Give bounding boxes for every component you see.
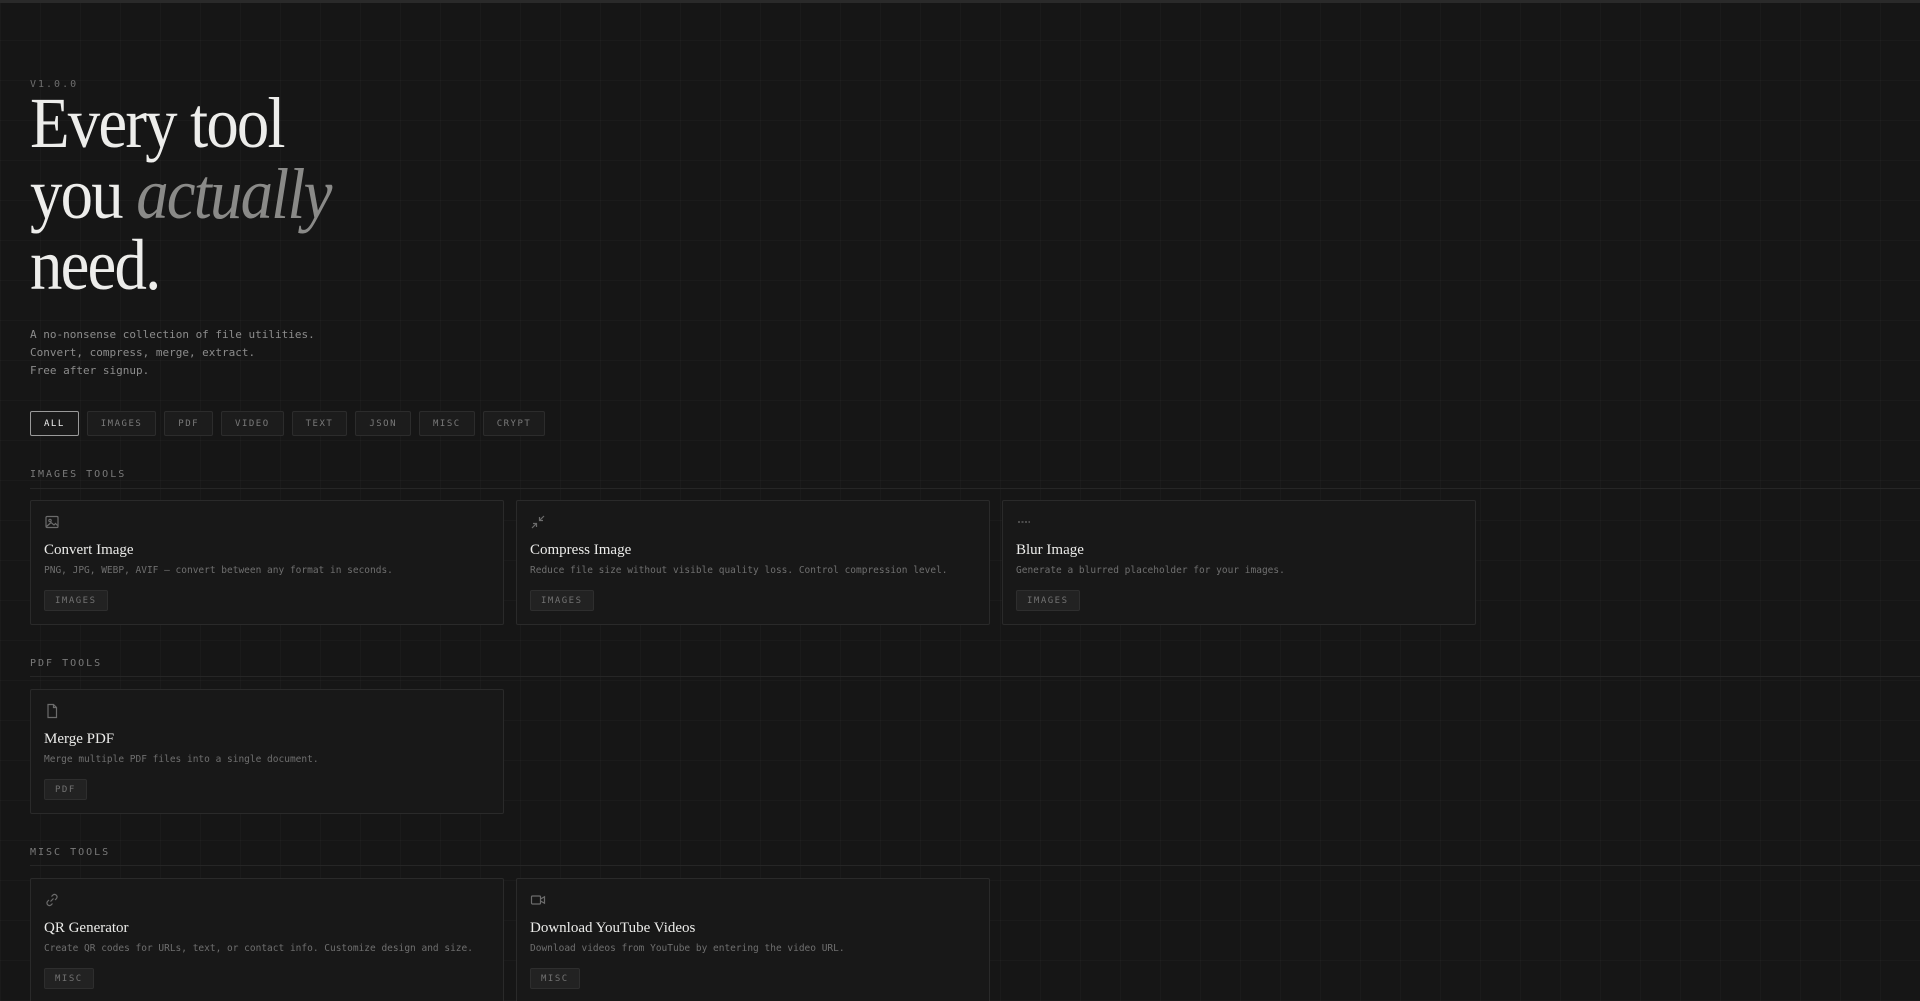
tool-category-tag: MISC xyxy=(44,968,94,989)
headline-line-1: Every tool xyxy=(30,83,286,163)
tool-title: Convert Image xyxy=(44,542,134,558)
tool-category-tag: MISC xyxy=(530,968,580,989)
tool-category-tag: IMAGES xyxy=(44,590,108,611)
tagline-line-2: Convert, compress, merge, extract. xyxy=(30,346,256,359)
tool-category-tag: PDF xyxy=(44,779,87,800)
tool-category-tag: IMAGES xyxy=(1016,590,1080,611)
tool-title: Merge PDF xyxy=(44,731,115,747)
tool-description: Download videos from YouTube by entering… xyxy=(530,943,845,954)
blur-lines-icon xyxy=(1016,514,1032,530)
top-border xyxy=(0,0,1920,3)
headline-line-3: need. xyxy=(30,225,161,305)
tool-category-tag: IMAGES xyxy=(530,590,594,611)
compress-arrows-icon xyxy=(530,514,546,530)
section-divider xyxy=(30,488,1920,489)
hero-tagline: A no-nonsense collection of file utiliti… xyxy=(30,326,315,380)
filter-misc[interactable]: MISC xyxy=(419,411,475,436)
tool-title: QR Generator xyxy=(44,920,129,936)
section-label-images: IMAGES TOOLS xyxy=(30,469,127,480)
tool-title: Download YouTube Videos xyxy=(530,920,696,936)
tool-description: PNG, JPG, WEBP, AVIF — convert between a… xyxy=(44,565,393,576)
tool-card-qr-generator[interactable]: QR Generator Create QR codes for URLs, t… xyxy=(30,878,504,1001)
tool-card-convert-image[interactable]: Convert Image PNG, JPG, WEBP, AVIF — con… xyxy=(30,500,504,625)
filter-images[interactable]: IMAGES xyxy=(86,411,157,436)
headline-line-2-prefix: you xyxy=(30,154,137,234)
section-divider xyxy=(30,676,1920,677)
tool-card-compress-image[interactable]: Compress Image Reduce file size without … xyxy=(516,500,990,625)
filter-crypt[interactable]: CRYPT xyxy=(482,411,546,436)
tool-description: Create QR codes for URLs, text, or conta… xyxy=(44,943,473,954)
hero-headline: Every tool you actually need. xyxy=(30,83,332,305)
filter-text[interactable]: TEXT xyxy=(291,411,348,436)
filter-json[interactable]: JSON xyxy=(355,411,412,436)
tool-card-download-youtube-videos[interactable]: Download YouTube Videos Download videos … xyxy=(516,878,990,1001)
tool-title: Blur Image xyxy=(1016,542,1084,558)
video-camera-icon xyxy=(530,892,546,908)
tool-card-merge-pdf[interactable]: Merge PDF Merge multiple PDF files into … xyxy=(30,689,504,814)
image-icon xyxy=(44,514,60,530)
filter-pdf[interactable]: PDF xyxy=(164,411,214,436)
tool-description: Merge multiple PDF files into a single d… xyxy=(44,754,319,765)
tool-description: Reduce file size without visible quality… xyxy=(530,565,948,576)
headline-emphasis: actually xyxy=(136,154,332,234)
section-divider xyxy=(30,865,1920,866)
file-icon xyxy=(44,703,60,719)
tool-title: Compress Image xyxy=(530,542,632,558)
tool-card-blur-image[interactable]: Blur Image Generate a blurred placeholde… xyxy=(1002,500,1476,625)
filter-all[interactable]: ALL xyxy=(30,411,79,436)
section-label-misc: MISC TOOLS xyxy=(30,847,111,858)
tagline-line-3: Free after signup. xyxy=(30,364,150,377)
category-filter-bar: ALL IMAGES PDF VIDEO TEXT JSON MISC CRYP… xyxy=(30,411,546,436)
link-icon xyxy=(44,892,60,908)
filter-video[interactable]: VIDEO xyxy=(221,411,284,436)
section-label-pdf: PDF TOOLS xyxy=(30,658,103,669)
headline-line-2: you actually xyxy=(30,158,332,230)
tool-description: Generate a blurred placeholder for your … xyxy=(1016,565,1285,576)
tagline-line-1: A no-nonsense collection of file utiliti… xyxy=(30,328,315,341)
